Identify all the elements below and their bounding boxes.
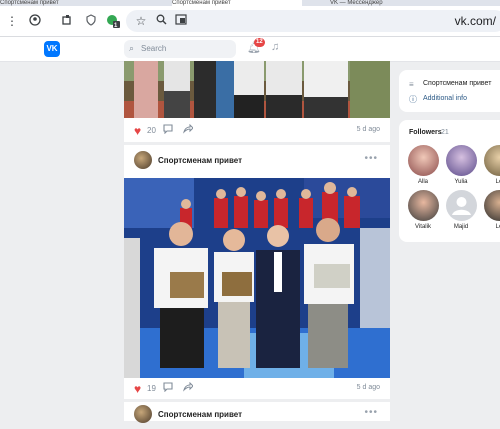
extension-badge-count: 1 [114,19,117,33]
shield-icon[interactable] [84,14,98,28]
follower-avatar [408,190,439,221]
follower-name: Le [482,224,500,230]
lines-icon: ≡ [409,80,414,89]
comment-icon[interactable] [163,124,173,137]
like-heart-icon[interactable]: ♥ [134,124,141,138]
post-author[interactable]: Спортсменам привет [158,410,242,419]
additional-info-link[interactable]: Additional info [423,95,467,102]
share-icon[interactable] [183,124,193,137]
url-text: vk.com/ [455,14,496,28]
music-icon[interactable]: ♫ [271,41,279,53]
follower-avatar [484,190,500,221]
vk-logo[interactable]: VK [44,41,60,57]
more-options-icon[interactable]: ••• [364,407,378,418]
follower-name: Vitalik [406,224,440,230]
user-placeholder-icon [446,190,477,221]
share-icon[interactable] [183,382,193,395]
post-card: ♥ 20 5 d ago [124,61,390,142]
follower-name: Majid [444,224,478,230]
account-icon[interactable] [28,14,42,28]
notifications-badge: 12 [254,38,265,47]
follower-avatar [484,145,500,176]
star-icon[interactable]: ☆ [134,14,148,28]
follower-avatar [446,145,477,176]
follower-item[interactable]: Yulia [444,145,478,185]
post-photo[interactable] [124,178,390,378]
group-name: Спортсменам привет [423,80,491,87]
post-card: Спортсменам привет ••• [124,145,390,399]
follower-avatar [408,145,439,176]
like-heart-icon[interactable]: ♥ [134,382,141,396]
address-bar[interactable]: ☆ vk.com/ [126,10,500,32]
follower-item[interactable]: Le [482,145,500,185]
followers-panel: Followers 21 Alla Yulia Le Vitalik Majid… [399,120,500,242]
post-date: 5 d ago [357,126,380,133]
post-header: Спортсменам привет ••• [124,145,390,175]
extensions-icon[interactable] [60,14,74,28]
follower-avatar-placeholder [446,190,477,221]
extension-badge-icon[interactable]: 1 [106,14,120,28]
like-count: 19 [147,384,156,393]
more-options-icon[interactable]: ••• [364,153,378,164]
vk-header: VK ⌕ Search 🔔︎ 12 ♫ [0,37,500,62]
search-input[interactable]: ⌕ Search [124,40,236,58]
group-info-panel: ≡ Спортсменам привет ⓘ Additional info [399,70,500,112]
post-photo[interactable] [124,61,390,118]
followers-label[interactable]: Followers [409,129,442,136]
comment-icon[interactable] [163,382,173,395]
follower-item[interactable]: Vitalik [406,190,440,230]
post-date: 5 d ago [357,384,380,391]
browser-toolbar: ⋮ 1 ☆ vk.com/ [0,6,500,37]
search-icon: ⌕ [129,43,134,54]
group-avatar[interactable] [134,405,152,423]
post-header: Спортсменам привет ••• [124,399,390,429]
follower-name: Le [482,179,500,185]
menu-icon[interactable]: ⋮ [5,14,19,28]
follower-name: Yulia [444,179,478,185]
like-count: 20 [147,126,156,135]
follower-item[interactable]: Alla [406,145,440,185]
post-card: Спортсменам привет ••• [124,402,390,421]
pip-icon[interactable] [174,14,188,28]
follower-item[interactable]: Majid [444,190,478,230]
info-icon: ⓘ [409,94,417,105]
search-icon[interactable] [154,14,168,28]
post-author[interactable]: Спортсменам привет [158,156,242,165]
group-avatar[interactable] [134,151,152,169]
post-actions: ♥ 19 5 d ago [124,378,390,400]
follower-name: Alla [406,179,440,185]
search-placeholder: Search [141,44,166,53]
followers-count: 21 [441,129,449,136]
post-actions: ♥ 20 5 d ago [124,120,390,142]
follower-item[interactable]: Le [482,190,500,230]
